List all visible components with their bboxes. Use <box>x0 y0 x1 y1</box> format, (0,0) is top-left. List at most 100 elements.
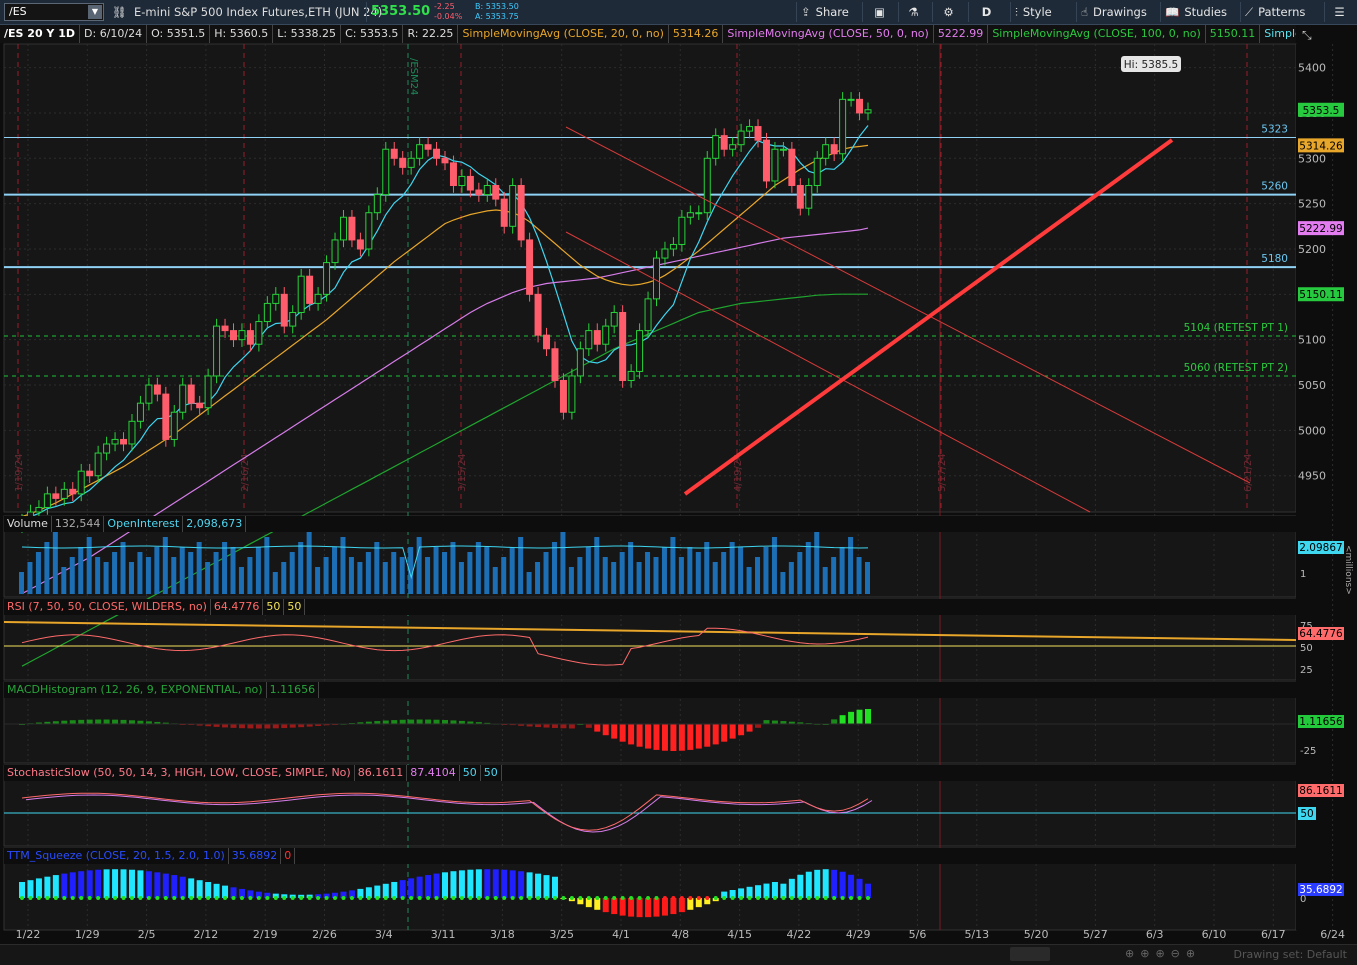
rsi-badge-text: 64.4776 <box>1299 628 1343 640</box>
candle-body <box>627 370 635 381</box>
ttm-bar <box>509 870 516 898</box>
chart-canvas[interactable]: 1/22 1/29 2/5 2/12 2/19 2/26 3/4 3/11 3/18 3/25 4/… <box>0 0 1357 944</box>
macd-bar <box>120 719 127 724</box>
rsi-label[interactable]: RSI (7, 50, 50, CLOSE, WILDERS, no) <box>4 599 211 615</box>
ttm-header: TTM_Squeeze (CLOSE, 20, 1.5, 2.0, 1.0) 35… <box>4 848 1296 864</box>
ttm-squeeze-dot <box>96 896 101 900</box>
ttm-squeeze-dot <box>434 896 439 900</box>
stoch-label[interactable]: StochasticSlow (50, 50, 14, 3, HIGH, LOW… <box>4 765 355 781</box>
zoom-out-icon[interactable]: ⊖ <box>1171 947 1186 960</box>
macd-label[interactable]: MACDHistogram (12, 26, 9, EXPONENTIAL, n… <box>4 682 267 698</box>
stoch-k: 86.1611 <box>355 765 408 781</box>
ttm-bar <box>425 875 432 898</box>
candle-body <box>678 216 686 245</box>
ttm-squeeze-dot <box>256 896 261 900</box>
crosshair-icon[interactable]: ⊕ <box>1140 947 1155 960</box>
volume-bar <box>416 537 422 594</box>
volume-bar <box>611 562 617 594</box>
volume-bar <box>399 557 405 594</box>
ttm-bar <box>95 869 102 898</box>
ttm-label[interactable]: TTM_Squeeze (CLOSE, 20, 1.5, 2.0, 1.0) <box>4 848 229 864</box>
candle-body <box>610 311 618 327</box>
volume-label[interactable]: Volume <box>4 516 52 532</box>
ttm-bar <box>154 872 161 898</box>
candle-body <box>230 330 237 341</box>
oi-label[interactable]: OpenInterest <box>104 516 184 532</box>
expiry-date-label: 1/19/24 <box>14 453 25 492</box>
volume-bar <box>805 542 811 594</box>
ttm-squeeze-dot <box>646 896 651 900</box>
ttm-bar <box>162 873 169 898</box>
x-axis-label: 5/27 <box>1083 928 1108 941</box>
candle-body <box>788 148 796 187</box>
volume-bar <box>788 562 794 594</box>
x-axis-label: 4/1 <box>612 928 630 941</box>
ttm-squeeze-dot <box>493 896 498 900</box>
ttm-squeeze-dot <box>20 896 24 900</box>
zoom-in-icon[interactable]: ⊕ <box>1186 947 1201 960</box>
volume-bar <box>721 552 727 594</box>
ttm-squeeze-dot <box>476 896 481 900</box>
macd-bar <box>238 724 245 729</box>
volume-bar <box>348 557 354 594</box>
candle-body <box>204 375 212 409</box>
macd-bar <box>585 724 592 728</box>
ttm-squeeze-dot <box>299 896 304 900</box>
ttm-squeeze-dot <box>510 896 515 900</box>
ttm-squeeze-dot <box>324 896 329 900</box>
zoom-in-icon[interactable]: ⊕ <box>1155 947 1170 960</box>
candle-body <box>720 135 728 150</box>
ttm-bar <box>171 875 178 898</box>
candle-body <box>737 130 745 146</box>
rsi-header: RSI (7, 50, 50, CLOSE, WILDERS, no) 64.47… <box>4 599 1296 615</box>
ttm-squeeze-dot <box>223 896 228 900</box>
contract-roll-label: /ESM24 <box>408 58 419 95</box>
candle-body <box>746 126 754 132</box>
volume-bar <box>645 552 651 594</box>
ttm-bar <box>399 880 406 898</box>
scrollbar-thumb[interactable] <box>1010 947 1050 961</box>
candle-body <box>297 275 305 313</box>
level-label: 5323 <box>1261 123 1288 135</box>
rsi-value: 64.4776 <box>211 599 264 615</box>
macd-bar <box>712 724 719 745</box>
candle-body <box>35 506 43 513</box>
crosshair-icon[interactable]: ⊕ <box>1125 947 1140 960</box>
x-axis-label: 2/26 <box>312 928 337 941</box>
volume-bar <box>289 552 295 594</box>
macd-bar <box>78 719 85 724</box>
ttm-bar <box>112 869 119 898</box>
candle-body <box>822 144 830 159</box>
ttm-bar <box>780 883 787 898</box>
price-axis-tick: 5000 <box>1298 424 1326 437</box>
candle-body <box>864 109 872 114</box>
macd-bar <box>272 724 279 729</box>
volume-bar <box>484 547 490 594</box>
ttm-squeeze-dot <box>239 896 244 900</box>
candle-body <box>289 311 297 327</box>
candle-body <box>128 420 136 445</box>
volume-bar <box>162 537 168 594</box>
volume-bar <box>247 557 253 594</box>
ttm-squeeze-dot <box>290 896 295 900</box>
candle-body <box>534 293 542 336</box>
candle-body <box>847 98 855 101</box>
stoch-l2: 50 <box>481 765 502 781</box>
macd-bar <box>425 719 432 724</box>
volume-bar <box>179 547 185 594</box>
ttm-bar <box>467 869 474 898</box>
ttm-bar <box>27 880 34 898</box>
macd-bar <box>391 720 398 724</box>
volume-unit: <millions> <box>1343 545 1353 595</box>
volume-bar <box>458 562 464 594</box>
ttm-squeeze-dot <box>155 896 160 900</box>
drawing-set-label[interactable]: Drawing set: Default <box>1234 948 1347 961</box>
zoom-controls[interactable]: ⊕⊕⊕⊖⊕ <box>1125 947 1201 960</box>
ttm-squeeze-dot <box>172 896 177 900</box>
volume-bar <box>687 547 693 594</box>
ttm-squeeze-dot <box>79 896 84 900</box>
candle-body <box>246 330 254 345</box>
rsi-tick: 50 <box>1300 643 1313 654</box>
volume-bar <box>568 567 574 594</box>
macd-bar <box>222 724 229 728</box>
